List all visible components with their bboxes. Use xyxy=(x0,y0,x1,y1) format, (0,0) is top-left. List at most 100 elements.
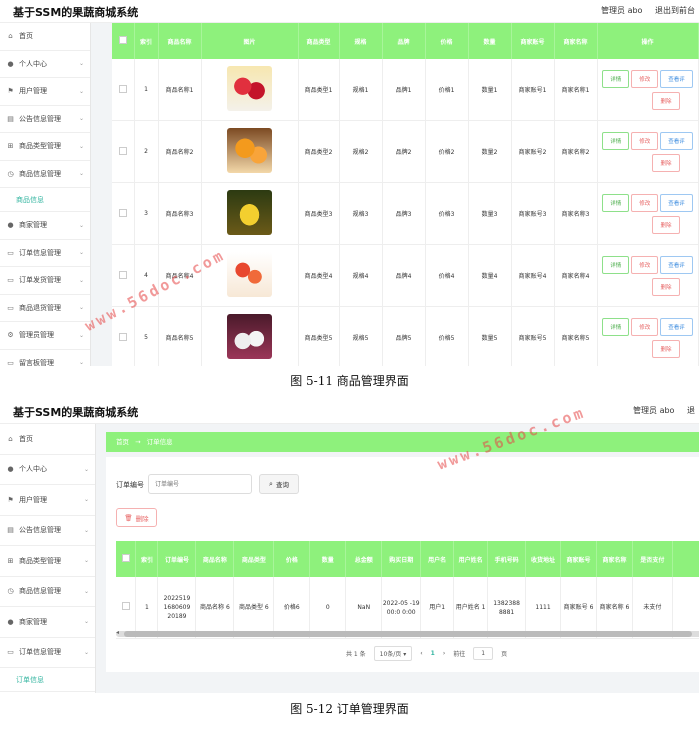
search-button[interactable]: ⌕ 查询 xyxy=(259,474,299,494)
order-number-label: 订单编号 xyxy=(116,481,144,489)
delete-button[interactable]: 删除 xyxy=(652,215,680,234)
chat-icon: ▭ xyxy=(7,358,14,366)
sidebar-item-label: 商家管理 xyxy=(19,617,47,626)
edit-button[interactable]: 修改 xyxy=(631,193,659,212)
figure-caption-2: 图 5-12 订单管理界面 xyxy=(290,702,409,716)
cell-username: 用户1 xyxy=(420,577,455,639)
review-button[interactable]: 查看评 xyxy=(660,255,693,274)
row-checkbox[interactable] xyxy=(112,182,135,245)
prev-page-button[interactable]: ‹ xyxy=(420,650,422,657)
delete-button[interactable]: 删除 xyxy=(652,277,680,296)
product-image xyxy=(227,128,272,173)
sidebar-item[interactable]: ▤ 公告信息管理 ⌄ xyxy=(0,106,90,133)
sidebar-item[interactable]: ▤ 公告信息管理 ⌄ xyxy=(0,516,95,546)
sidebar-item[interactable]: ⊞ 商品类型管理 ⌄ xyxy=(0,133,90,161)
sidebar-item[interactable]: ◷ 商品信息管理 ⌄ xyxy=(0,577,95,607)
horizontal-scrollbar[interactable]: ◂ xyxy=(116,629,699,637)
column-header: 商家账号 xyxy=(511,23,555,59)
breadcrumb-separator: → xyxy=(135,438,141,446)
sidebar-subitem-product-info[interactable]: 商品信息 xyxy=(0,188,90,212)
sidebar-item[interactable]: ⚑ 用户管理 ⌄ xyxy=(0,485,95,516)
review-button[interactable]: 查看评 xyxy=(660,131,693,150)
sidebar-item[interactable]: ⚙ 管理员管理 ⌄ xyxy=(0,322,90,350)
edit-button[interactable]: 修改 xyxy=(631,69,659,88)
order-number-input[interactable] xyxy=(148,474,252,494)
row-checkbox[interactable] xyxy=(112,59,135,121)
sidebar-subitem-order-info[interactable]: 订单信息 xyxy=(0,668,95,692)
cell-idx: 1 xyxy=(134,59,159,121)
cell-acct: 商家账号3 xyxy=(511,182,555,245)
edit-button[interactable]: 修改 xyxy=(631,131,659,150)
sidebar-item[interactable]: ⌂ 首页 xyxy=(0,23,90,51)
detail-button[interactable]: 详情 xyxy=(602,193,630,212)
page-size-select[interactable]: 10条/页 ▾ xyxy=(373,646,413,661)
select-all-checkbox[interactable] xyxy=(112,23,135,59)
cell-merchant: 商家名称3 xyxy=(554,182,598,245)
cell-idx: 4 xyxy=(134,244,159,307)
sidebar-item[interactable]: ▭ 订单信息管理 ⌄ xyxy=(0,638,95,668)
column-header: 是否支付 xyxy=(632,541,673,577)
scroll-left-icon[interactable]: ◂ xyxy=(116,629,119,636)
row-checkbox[interactable] xyxy=(112,120,135,183)
detail-button[interactable]: 详情 xyxy=(602,255,630,274)
cell-merchant-account: 商家账号 6 xyxy=(560,577,597,639)
next-page-button[interactable]: › xyxy=(443,650,445,657)
detail-button[interactable]: 详情 xyxy=(602,69,630,88)
edit-button[interactable]: 修改 xyxy=(631,255,659,274)
cell-price: 价格6 xyxy=(273,577,311,639)
edit-button[interactable]: 修改 xyxy=(631,317,659,336)
delete-button[interactable]: 删除 xyxy=(652,339,680,358)
cell-qty: 数量1 xyxy=(468,59,512,121)
cell-idx: 3 xyxy=(134,182,159,245)
column-header: 商品名称 xyxy=(158,23,202,59)
row-checkbox[interactable] xyxy=(112,306,135,366)
column-header: 总金额 xyxy=(345,541,383,577)
column-header: 数量 xyxy=(309,541,347,577)
cell-acct: 商家账号2 xyxy=(511,120,555,183)
column-header: 操作 xyxy=(597,23,699,59)
sidebar-item-label: 首页 xyxy=(19,434,33,443)
breadcrumb-home[interactable]: 首页 xyxy=(116,438,129,446)
cell-spec: 规格1 xyxy=(339,59,383,121)
review-button[interactable]: 查看评 xyxy=(660,69,693,88)
sidebar: ⌂ 首页 ● 个人中心 ⌄ ⚑ 用户管理 ⌄ ▤ 公告信息管理 ⌄ ⊞ 商品类型管理 ⌄ ◷ 商品信息管理 ⌄ 商… xyxy=(0,23,91,366)
cell-actions: 详情 修改 查看评删除 xyxy=(597,120,699,183)
sidebar-item-label: 个人中心 xyxy=(19,59,47,68)
logout-link[interactable]: 退出到前台 xyxy=(655,6,695,15)
chevron-down-icon: ⌄ xyxy=(83,618,89,626)
sidebar-item[interactable]: ⌂ 首页 xyxy=(0,424,95,455)
sidebar-item[interactable]: ● 商家管理 ⌄ xyxy=(0,607,95,638)
review-button[interactable]: 查看评 xyxy=(660,317,693,336)
sidebar-item[interactable]: ● 个人中心 ⌄ xyxy=(0,455,95,485)
detail-button[interactable]: 详情 xyxy=(602,131,630,150)
delete-button[interactable]: 删除 xyxy=(652,153,680,172)
column-header: 手机号码 xyxy=(487,541,527,577)
sidebar-item[interactable]: ⊞ 商品类型管理 ⌄ xyxy=(0,546,95,577)
sidebar-item[interactable]: ▭ 留言板管理 ⌄ xyxy=(0,350,90,366)
logout-link[interactable]: 退 xyxy=(687,406,695,415)
current-page[interactable]: 1 xyxy=(431,650,435,657)
sidebar-item[interactable]: ⚑ 用户管理 ⌄ xyxy=(0,78,90,106)
sidebar-item[interactable]: ◷ 商品信息管理 ⌄ xyxy=(0,161,90,188)
scrollbar-thumb[interactable] xyxy=(124,631,692,637)
sidebar-item[interactable]: ● 个人中心 ⌄ xyxy=(0,51,90,78)
chevron-down-icon: ▾ xyxy=(403,651,407,658)
cell-paid-status: 未支付 xyxy=(632,577,673,639)
select-all-checkbox[interactable] xyxy=(116,541,137,577)
row-checkbox[interactable] xyxy=(112,244,135,307)
review-button[interactable]: 查看评 xyxy=(660,193,693,212)
sidebar-item[interactable]: ▭ 商品退货管理 ⌄ xyxy=(0,295,90,322)
detail-button[interactable]: 详情 xyxy=(602,317,630,336)
delete-button[interactable]: 删除 xyxy=(652,91,680,110)
goto-page-input[interactable]: 1 xyxy=(473,647,494,660)
column-header: 购买日期 xyxy=(381,541,422,577)
table-row: 1 2022519 1680609 20189 商品名称 6 商品类型 6 价格… xyxy=(116,577,699,639)
cell-brand: 品牌1 xyxy=(382,59,426,121)
delete-button[interactable]: 🗑 删除 xyxy=(116,508,157,527)
sidebar-item[interactable]: ● 商家管理 ⌄ xyxy=(0,212,90,240)
home-icon: ⌂ xyxy=(8,434,13,443)
sidebar-item[interactable]: ▭ 订单信息管理 ⌄ xyxy=(0,240,90,267)
cell-image xyxy=(201,59,299,121)
column-header-overflow xyxy=(672,541,699,577)
sidebar-item[interactable]: ▭ 订单发货管理 ⌄ xyxy=(0,267,90,295)
